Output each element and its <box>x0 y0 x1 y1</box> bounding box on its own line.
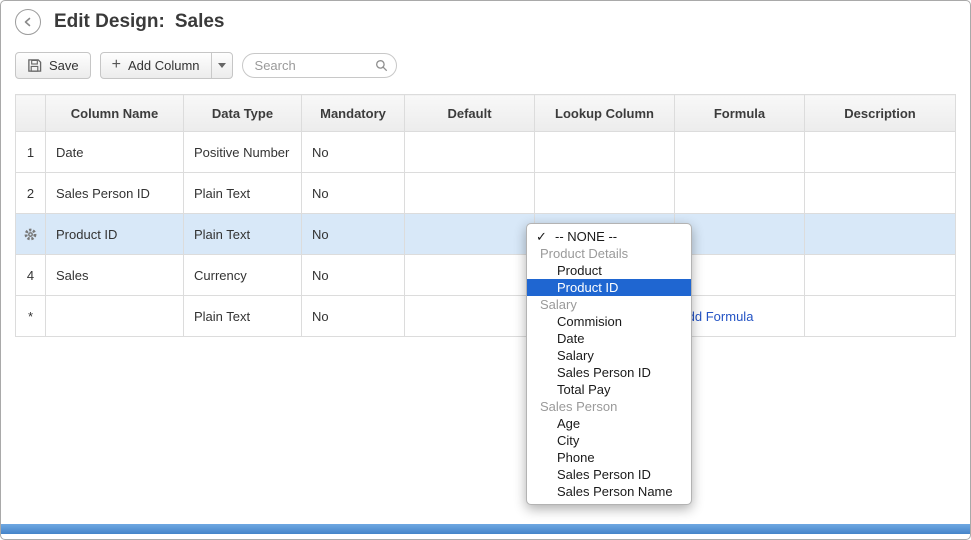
dropdown-option[interactable]: Phone <box>527 449 691 466</box>
data-type-cell[interactable]: Plain Text <box>184 173 302 214</box>
default-header: Default <box>405 95 535 132</box>
row-number-cell: 4 <box>16 255 46 296</box>
table-row: 1 Date Positive Number No <box>16 132 956 173</box>
dropdown-option[interactable]: Sales Person ID <box>527 466 691 483</box>
dropdown-option-label: -- NONE -- <box>555 229 617 244</box>
data-type-cell[interactable]: Plain Text <box>184 296 302 337</box>
search-box <box>242 53 397 78</box>
edit-design-window: Edit Design: Sales Save + Add Column <box>0 0 971 540</box>
formula-cell: Add Formula <box>675 296 805 337</box>
gear-icon <box>23 227 38 242</box>
column-name-cell[interactable]: Sales <box>46 255 184 296</box>
table-row: 4 Sales Currency No <box>16 255 956 296</box>
column-name-cell[interactable]: Product ID <box>46 214 184 255</box>
description-header: Description <box>805 95 956 132</box>
mandatory-cell[interactable]: No <box>302 255 405 296</box>
column-name-cell[interactable]: Date <box>46 132 184 173</box>
chevron-down-icon <box>218 63 226 68</box>
row-number-cell: * <box>16 296 46 337</box>
data-type-header: Data Type <box>184 95 302 132</box>
page-title-prefix: Edit Design: <box>54 11 165 33</box>
data-type-cell[interactable]: Currency <box>184 255 302 296</box>
formula-cell[interactable] <box>675 173 805 214</box>
default-cell[interactable] <box>405 173 535 214</box>
add-column-split-button: + Add Column <box>100 52 233 79</box>
dropdown-group-salary: Salary <box>527 296 691 313</box>
row-number-header <box>16 95 46 132</box>
description-cell[interactable] <box>805 132 956 173</box>
mandatory-cell[interactable]: No <box>302 173 405 214</box>
lookup-column-dropdown: ✓ -- NONE -- Product Details Product Pro… <box>526 223 692 505</box>
dropdown-option[interactable]: Total Pay <box>527 381 691 398</box>
dropdown-option[interactable]: Age <box>527 415 691 432</box>
dropdown-option[interactable]: Sales Person Name <box>527 483 691 500</box>
description-cell[interactable] <box>805 173 956 214</box>
column-name-cell[interactable]: Sales Person ID <box>46 173 184 214</box>
dropdown-option[interactable]: Commision <box>527 313 691 330</box>
table-row-new: * Plain Text No Add Formula <box>16 296 956 337</box>
dropdown-option[interactable]: Date <box>527 330 691 347</box>
formula-cell[interactable] <box>675 255 805 296</box>
page-title-entity: Sales <box>175 11 225 33</box>
dropdown-group-product-details: Product Details <box>527 245 691 262</box>
formula-header: Formula <box>675 95 805 132</box>
dropdown-group-sales-person: Sales Person <box>527 398 691 415</box>
check-icon: ✓ <box>536 228 547 245</box>
description-cell[interactable] <box>805 214 956 255</box>
add-column-button[interactable]: + Add Column <box>101 53 211 78</box>
lookup-column-header: Lookup Column <box>535 95 675 132</box>
header: Edit Design: Sales <box>15 9 225 35</box>
table-header: Column Name Data Type Mandatory Default … <box>16 95 956 132</box>
dropdown-option[interactable]: Product <box>527 262 691 279</box>
description-cell[interactable] <box>805 296 956 337</box>
add-column-label: Add Column <box>128 58 200 73</box>
lookup-column-cell[interactable] <box>535 132 675 173</box>
default-cell[interactable] <box>405 296 535 337</box>
save-disk-icon <box>27 58 42 73</box>
mandatory-header: Mandatory <box>302 95 405 132</box>
formula-cell[interactable] <box>675 214 805 255</box>
mandatory-cell[interactable]: No <box>302 214 405 255</box>
dropdown-option[interactable]: Sales Person ID <box>527 364 691 381</box>
formula-cell[interactable] <box>675 132 805 173</box>
row-number-cell: 1 <box>16 132 46 173</box>
design-table: Column Name Data Type Mandatory Default … <box>15 94 956 337</box>
bottom-bar <box>1 524 970 534</box>
default-cell[interactable] <box>405 214 535 255</box>
add-column-menu-button[interactable] <box>211 53 232 78</box>
data-type-cell[interactable]: Positive Number <box>184 132 302 173</box>
default-cell[interactable] <box>405 255 535 296</box>
data-type-cell[interactable]: Plain Text <box>184 214 302 255</box>
chevron-left-icon <box>22 16 34 28</box>
back-button[interactable] <box>15 9 41 35</box>
save-button[interactable]: Save <box>15 52 91 79</box>
dropdown-option-none[interactable]: ✓ -- NONE -- <box>527 228 691 245</box>
plus-icon: + <box>112 57 121 73</box>
dropdown-option[interactable]: Salary <box>527 347 691 364</box>
lookup-column-cell[interactable] <box>535 173 675 214</box>
default-cell[interactable] <box>405 132 535 173</box>
search-icon <box>375 59 388 72</box>
search-input[interactable] <box>242 53 397 78</box>
description-cell[interactable] <box>805 255 956 296</box>
row-number-cell: 2 <box>16 173 46 214</box>
table-row-selected: Product ID Plain Text No <box>16 214 956 255</box>
table-row: 2 Sales Person ID Plain Text No <box>16 173 956 214</box>
dropdown-option[interactable]: City <box>527 432 691 449</box>
save-button-label: Save <box>49 58 79 73</box>
column-name-header: Column Name <box>46 95 184 132</box>
column-name-cell[interactable] <box>46 296 184 337</box>
row-settings-cell[interactable] <box>16 214 46 255</box>
mandatory-cell[interactable]: No <box>302 132 405 173</box>
mandatory-cell[interactable]: No <box>302 296 405 337</box>
toolbar: Save + Add Column <box>15 52 397 79</box>
page-title: Edit Design: Sales <box>54 11 225 33</box>
dropdown-option-selected[interactable]: Product ID <box>527 279 691 296</box>
